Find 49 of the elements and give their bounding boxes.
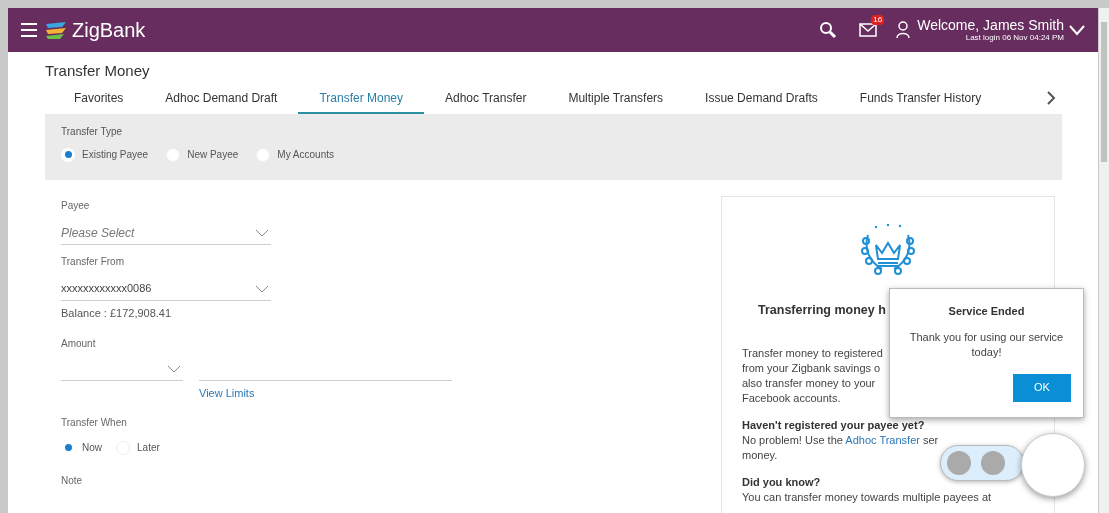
field-label: Amount xyxy=(61,336,97,351)
logo-icon xyxy=(44,20,68,40)
search-icon[interactable] xyxy=(819,21,838,39)
tab[interactable]: Funds Transfer History xyxy=(838,84,1003,114)
field-label: Note xyxy=(61,474,84,488)
field-label: Transfer When xyxy=(61,416,128,430)
chevron-down-icon xyxy=(255,228,269,237)
chevron-right-icon[interactable] xyxy=(1045,90,1057,106)
field-label: Payee xyxy=(61,199,91,213)
tab[interactable]: Adhoc Demand Draft xyxy=(144,84,299,114)
card-title: Transferring money h xyxy=(758,302,886,319)
ok-button[interactable]: OK xyxy=(1013,373,1071,402)
notification-badge: 16 xyxy=(871,15,885,25)
field-label: Transfer From xyxy=(61,255,125,269)
tab[interactable]: Favorites xyxy=(53,84,145,114)
adhoc-transfer-link[interactable]: Adhoc Transfer xyxy=(845,433,920,446)
menu-icon[interactable] xyxy=(20,22,38,38)
radio-label: Existing Payee xyxy=(82,148,149,162)
info-heading: Haven't registered your payee yet? xyxy=(742,417,925,433)
info-paragraph: Transfer money to registered from your Zigbank savings o also transfer money to your Facebook accounts. xyxy=(742,345,883,406)
field-label: Transfer Type xyxy=(61,125,124,139)
info-paragraph: No problem! Use the Adhoc Transfer ser money. xyxy=(742,432,939,463)
account-dropdown[interactable]: xxxxxxxxxxxx0086 xyxy=(61,277,271,301)
chevron-down-icon xyxy=(255,284,269,293)
radio-label: Now xyxy=(82,441,102,455)
user-icon[interactable] xyxy=(895,21,912,39)
tab[interactable]: Issue Demand Drafts xyxy=(684,84,839,114)
dialog-message: Thank you for using our service today! xyxy=(908,329,1065,360)
chevron-down-icon[interactable] xyxy=(1068,24,1086,36)
radio-label: New Payee xyxy=(187,148,239,162)
tab[interactable]: Adhoc Transfer xyxy=(424,84,548,114)
balance-text: Balance : £172,908.41 xyxy=(61,306,173,321)
info-paragraph: You can transfer money towards multiple payees at xyxy=(742,489,992,505)
page-title: Transfer Money xyxy=(45,61,151,81)
brand-name: ZigBank xyxy=(72,18,146,43)
chevron-down-icon xyxy=(167,365,181,373)
view-limits-link[interactable]: View Limits xyxy=(199,384,452,401)
mail-icon[interactable] xyxy=(859,23,878,37)
tab[interactable]: Multiple Transfers xyxy=(547,84,685,114)
last-login-text: Last login 06 Nov 04:24 PM xyxy=(965,34,1064,42)
radio-button[interactable] xyxy=(61,147,75,162)
info-heading: Did you know? xyxy=(742,474,821,490)
radio-label: Later xyxy=(137,441,160,455)
dialog-title: Service Ended xyxy=(948,304,1025,319)
radio-label: My Accounts xyxy=(277,148,334,162)
scrollbar[interactable] xyxy=(1099,8,1109,513)
chat-widget[interactable] xyxy=(940,445,1024,481)
payee-dropdown[interactable]: Please Select xyxy=(61,221,271,245)
welcome-text: Welcome, James Smith xyxy=(917,18,1064,32)
